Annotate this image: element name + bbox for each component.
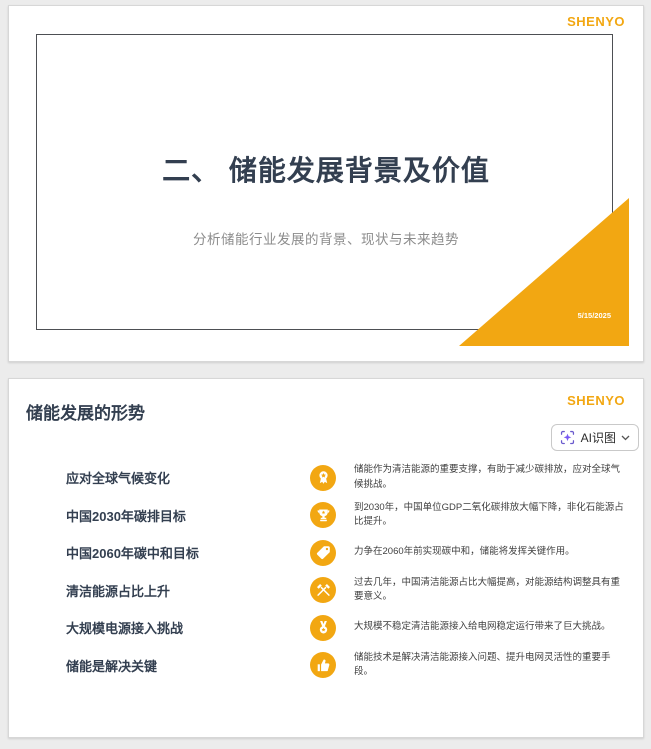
- item-description: 大规模不稳定清洁能源接入给电网稳定运行带来了巨大挑战。: [354, 621, 611, 633]
- section-title: 二、 储能发展背景及价值: [162, 155, 490, 186]
- item-label: 清洁能源占比上升: [66, 583, 171, 599]
- chevron-down-icon: [621, 435, 630, 441]
- item-label: 储能是解决关键: [66, 658, 158, 674]
- ribbon-medal-icon: [310, 464, 336, 491]
- item-label: 大规模电源接入挑战: [66, 621, 184, 637]
- item-label: 应对全球气候变化: [66, 471, 171, 487]
- item-label: 中国2030年碳排目标: [66, 508, 186, 524]
- situation-list: 应对全球气候变化 储能作为清洁能源的重要支撑，有助于减少碳排放，应对全球气候挑战…: [9, 459, 643, 684]
- list-item: 中国2060年碳中和目标 力争在2060年前实现碳中和，储能将发挥关键作用。: [9, 534, 643, 572]
- brand-logo: SHENYO: [567, 14, 625, 29]
- item-description: 到2030年，中国单位GDP二氧化碳排放大幅下降，非化石能源占比提升。: [354, 501, 624, 528]
- crossed-hammers-icon: [310, 577, 336, 604]
- page-title: 储能发展的形势: [26, 404, 145, 423]
- ai-button-label: AI识图: [580, 431, 616, 445]
- list-item: 清洁能源占比上升 过去几年，中国清洁能源占比大幅提高，对能源结构调整具有重要意义…: [9, 572, 643, 610]
- section-subtitle: 分析储能行业发展的背景、现状与未来趋势: [193, 232, 459, 247]
- list-item: 中国2030年碳排目标 到2030年，中国单位GDP二氧化碳排放大幅下降，非化石…: [9, 497, 643, 535]
- ai-recognize-button[interactable]: AI识图: [550, 424, 639, 451]
- thumbs-up-icon: [310, 652, 336, 679]
- slide-content-situation[interactable]: 储能发展的形势 SHENYO AI识图 应对全球气候变化 储能作为清洁能源的重要…: [8, 378, 644, 738]
- list-item: 应对全球气候变化 储能作为清洁能源的重要支撑，有助于减少碳排放，应对全球气候挑战…: [9, 459, 643, 497]
- slide-section-cover[interactable]: SHENYO 二、 储能发展背景及价值 分析储能行业发展的背景、现状与未来趋势 …: [8, 5, 644, 362]
- list-item: 储能是解决关键 储能技术是解决清洁能源接入问题、提升电网灵活性的重要手段。: [9, 647, 643, 685]
- trophy-icon: [310, 502, 336, 529]
- ai-sparkle-scan-icon: [559, 429, 576, 446]
- item-label: 中国2060年碳中和目标: [66, 546, 199, 562]
- item-description: 储能技术是解决清洁能源接入问题、提升电网灵活性的重要手段。: [354, 651, 611, 678]
- list-item: 大规模电源接入挑战 大规模不稳定清洁能源接入给电网稳定运行带来了巨大挑战。: [9, 609, 643, 647]
- item-description: 储能作为清洁能源的重要支撑，有助于减少碳排放，应对全球气候挑战。: [354, 464, 621, 490]
- item-description: 过去几年，中国清洁能源占比大幅提高，对能源结构调整具有重要意义。: [354, 576, 621, 603]
- item-description: 力争在2060年前实现碳中和，储能将发挥关键作用。: [354, 546, 575, 558]
- star-medal-icon: [310, 614, 336, 641]
- slide-date: 5/15/2025: [577, 311, 611, 320]
- brand-logo: SHENYO: [567, 393, 625, 408]
- price-tag-icon: [310, 539, 336, 566]
